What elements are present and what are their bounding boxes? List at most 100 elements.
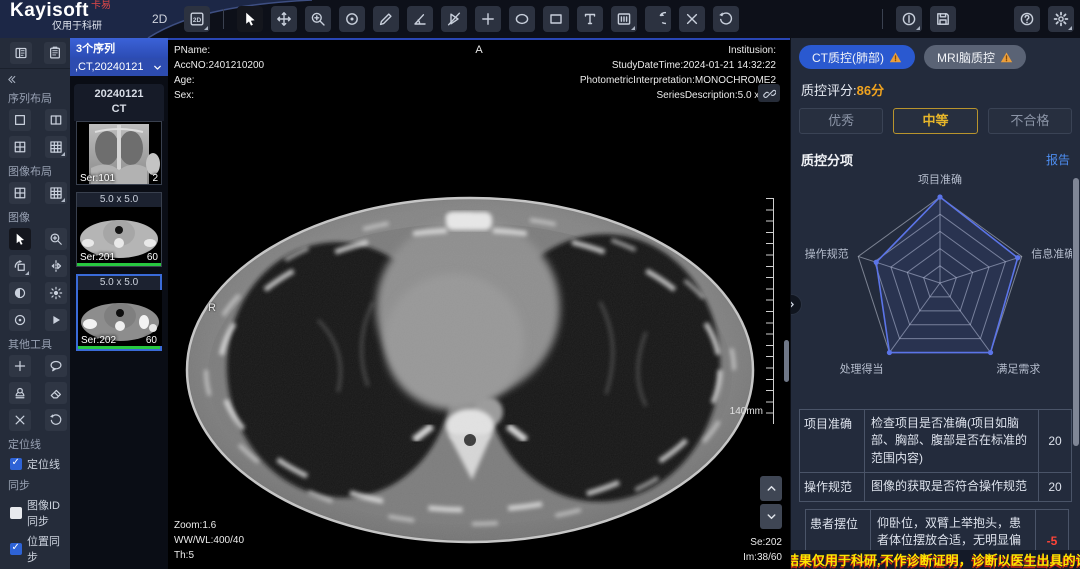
image-viewport[interactable]: A R PName:AccNO:2401210200 Age:Sex: Inst… xyxy=(168,38,790,569)
annotation-button[interactable] xyxy=(45,355,67,377)
info-button[interactable] xyxy=(896,6,922,32)
thumbnail-footer: Ser:1012 xyxy=(77,173,161,184)
rect-roi-button[interactable] xyxy=(543,6,569,32)
sidebar-tool-grid xyxy=(0,182,70,204)
localizer-checkbox[interactable]: 定位线 xyxy=(10,456,70,472)
patient-info-overlay: PName:AccNO:2401210200 Age:Sex: xyxy=(174,43,264,103)
undo-button[interactable] xyxy=(645,6,671,32)
image-layout-3x3-button[interactable] xyxy=(45,182,67,204)
ellipse-roi-button[interactable] xyxy=(509,6,535,32)
settings-button[interactable] xyxy=(1048,6,1074,32)
study-group-header[interactable]: 20240121 CT xyxy=(74,84,164,121)
checkbox[interactable] xyxy=(10,507,22,519)
grade-medium-button[interactable]: 中等 xyxy=(893,108,977,134)
series-layout-2x2-button[interactable] xyxy=(9,136,31,158)
toolbar-far-group xyxy=(1014,6,1074,32)
toolbar-right-group xyxy=(877,6,956,32)
image-flip-button[interactable] xyxy=(45,255,67,277)
checkbox-label: 图像ID同步 xyxy=(27,497,70,529)
delete-annotation-button[interactable] xyxy=(679,6,705,32)
toolbar-separator xyxy=(882,9,883,29)
chevron-down-icon xyxy=(152,62,163,73)
sync-checkbox-0[interactable]: 图像ID同步 xyxy=(10,497,70,529)
help-icon xyxy=(1019,11,1035,27)
text-annotation-button[interactable] xyxy=(577,6,603,32)
svg-text:处理得当: 处理得当 xyxy=(840,362,884,376)
mode-2d-label: 2D xyxy=(152,12,167,26)
checkbox[interactable] xyxy=(10,543,22,555)
crosshair-tool-button[interactable] xyxy=(475,6,501,32)
bubble-icon xyxy=(49,359,63,373)
image-brightness-button[interactable] xyxy=(45,282,67,304)
thumbnail-label: 5.0 x 5.0 xyxy=(78,276,160,290)
tab-ct-lung-qc[interactable]: CT质控(肺部) xyxy=(799,45,915,69)
image-invert-button[interactable] xyxy=(9,282,31,304)
crosshair-button[interactable] xyxy=(9,355,31,377)
grade-fail-button[interactable]: 不合格 xyxy=(988,108,1072,134)
study-modality: CT xyxy=(74,102,164,117)
magnifier-button[interactable] xyxy=(9,382,31,404)
link-series-button[interactable] xyxy=(758,84,780,102)
series-layout-3x3-button[interactable] xyxy=(45,136,67,158)
delete-button[interactable] xyxy=(9,409,31,431)
scroll-down-button[interactable] xyxy=(760,504,782,529)
image-magnify-button[interactable] xyxy=(45,228,67,250)
zoom-tool-button[interactable] xyxy=(305,6,331,32)
save-button[interactable] xyxy=(930,6,956,32)
collapse-sidebar-button[interactable] xyxy=(0,69,70,85)
save-icon xyxy=(935,11,951,27)
sync-checkbox-1[interactable]: 位置同步 xyxy=(10,533,70,565)
disclaimer-text: 结果仅用于科研,不作诊断证明，诊断以医生出具的诊断 xyxy=(791,550,1080,569)
series-layout-1x1-button[interactable] xyxy=(9,109,31,131)
thumbnail-series-number: Ser:202 xyxy=(81,335,116,346)
brightness-icon xyxy=(49,286,63,300)
help-button[interactable] xyxy=(1014,6,1040,32)
reset-button[interactable] xyxy=(45,409,67,431)
study-dropdown[interactable]: ,CT,20240121 xyxy=(70,58,168,76)
chevrons-left-icon xyxy=(6,74,17,85)
toggle-report-panel-button[interactable] xyxy=(44,42,66,64)
image-rotate-button[interactable] xyxy=(9,255,31,277)
svg-text:满足需求: 满足需求 xyxy=(996,363,1040,376)
image-window-button[interactable] xyxy=(9,309,31,331)
scroll-up-button[interactable] xyxy=(760,476,782,501)
qc-score-cell: 20 xyxy=(1048,434,1061,448)
report-link[interactable]: 报告 xyxy=(1046,151,1070,168)
sidebar-tool-grid xyxy=(0,109,70,158)
viewer-scrollbar[interactable] xyxy=(784,340,789,382)
cine-play-button[interactable] xyxy=(45,309,67,331)
series-thumbnail-1[interactable]: 5.0 x 5.0Ser:20160 xyxy=(76,192,162,267)
series-thumbnail-2[interactable]: 5.0 x 5.0Ser:20260 xyxy=(76,274,162,351)
layout-2x2-icon xyxy=(13,186,27,200)
checkbox-label: 位置同步 xyxy=(27,533,70,565)
series-image-overlay: Se:202Im:38/60 xyxy=(743,535,782,565)
eraser-button[interactable] xyxy=(45,382,67,404)
pointer-tool-button[interactable] xyxy=(237,6,263,32)
series-layout-1x2-button[interactable] xyxy=(45,109,67,131)
series-thumbnail-0[interactable]: Ser:1012 xyxy=(76,121,162,185)
warning-icon xyxy=(1000,51,1013,64)
rect-icon xyxy=(548,11,564,27)
qc-item-desc: 检查项目是否准确(项目如脑部、胸部、腹部是否在标准的范围内容) xyxy=(865,410,1039,472)
cobb-angle-button[interactable] xyxy=(441,6,467,32)
grade-excellent-button[interactable]: 优秀 xyxy=(799,108,883,134)
text-icon xyxy=(582,11,598,27)
angle-measure-button[interactable] xyxy=(407,6,433,32)
qc-panel-scrollbar[interactable] xyxy=(1073,178,1079,446)
image-layout-2x2-button[interactable] xyxy=(9,182,31,204)
length-measure-button[interactable] xyxy=(373,6,399,32)
box2d-icon: 2D xyxy=(189,11,205,27)
qc-item-score: 20 xyxy=(1039,473,1071,500)
sync-section-label: 同步 xyxy=(8,477,70,493)
window-preset-button[interactable] xyxy=(611,6,637,32)
toggle-series-panel-button[interactable] xyxy=(10,42,32,64)
window-level-tool-button[interactable] xyxy=(339,6,365,32)
checkbox[interactable] xyxy=(10,458,22,470)
pan-tool-button[interactable] xyxy=(271,6,297,32)
svg-text:信息准确: 信息准确 xyxy=(1031,246,1072,260)
tab-mri-brain-qc[interactable]: MRI脑质控 xyxy=(924,45,1026,69)
eraser-icon xyxy=(49,386,63,400)
layout-2d-button[interactable]: 2D xyxy=(184,6,210,32)
reset-view-button[interactable] xyxy=(713,6,739,32)
image-pointer-button[interactable] xyxy=(9,228,31,250)
